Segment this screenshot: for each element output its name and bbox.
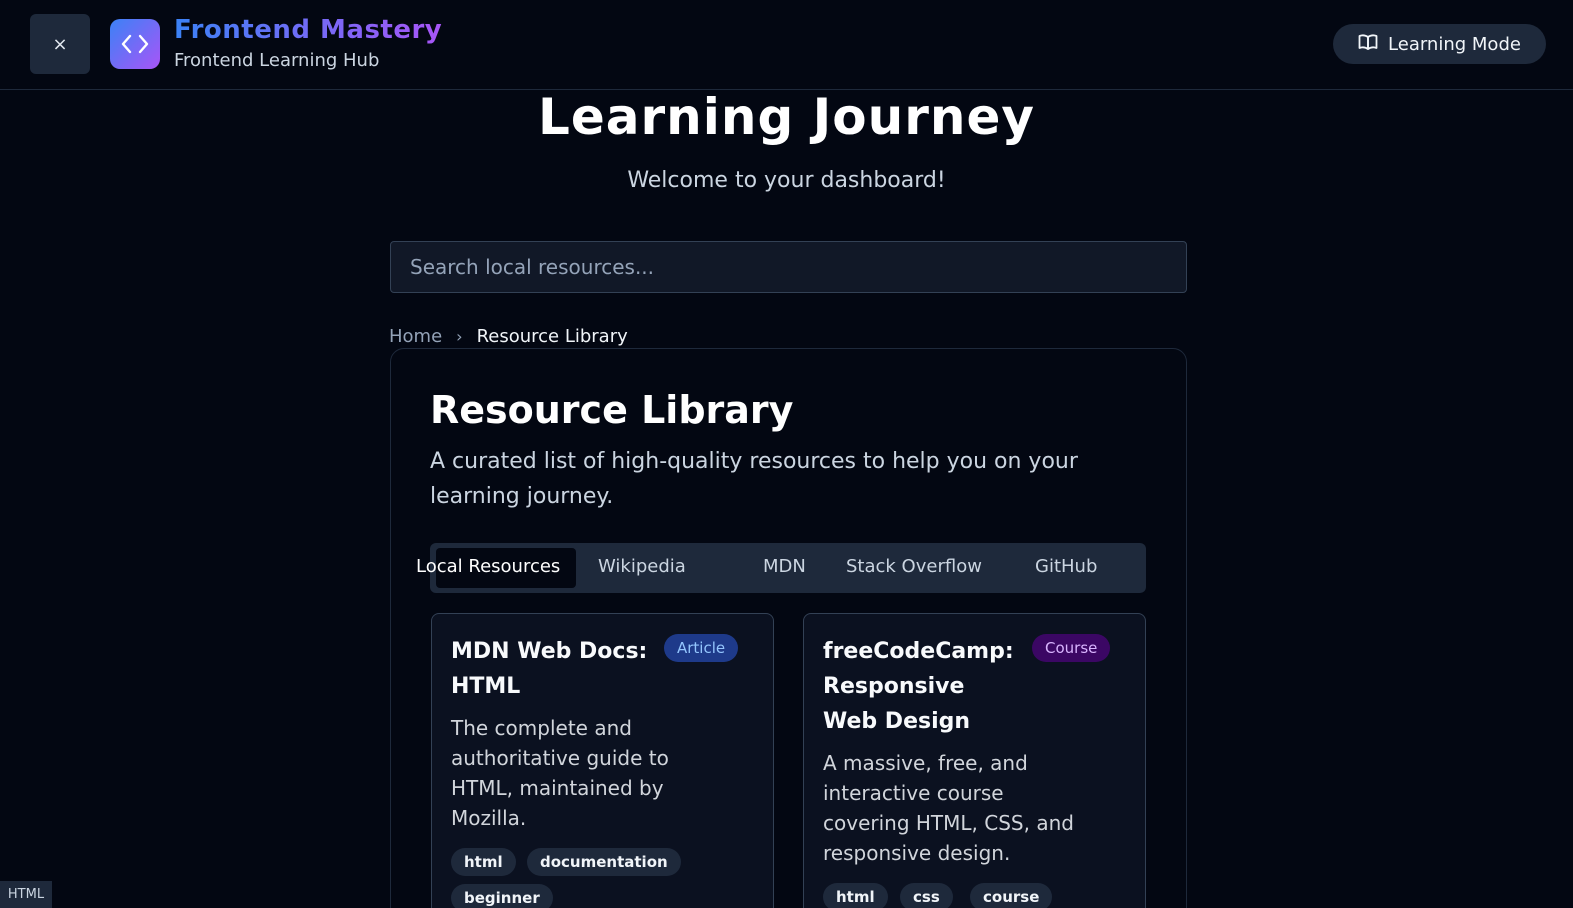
description-line: responsive design. xyxy=(823,841,1011,865)
tab-github[interactable]: GitHub xyxy=(1035,556,1097,580)
tag[interactable]: css xyxy=(900,883,953,908)
description-line: Mozilla. xyxy=(451,806,527,830)
description-line: The complete and xyxy=(451,716,632,740)
search-input[interactable] xyxy=(390,241,1187,293)
brand-title: Frontend Mastery xyxy=(174,15,443,45)
description-line: authoritative guide to xyxy=(451,746,669,770)
resource-title-line: HTML xyxy=(451,674,521,699)
corner-label: HTML xyxy=(0,881,52,908)
library-description: A curated list of high-quality resources… xyxy=(430,449,1078,509)
description-line: interactive course xyxy=(823,781,1004,805)
resource-title-line: freeCodeCamp: xyxy=(823,639,1014,664)
breadcrumb-current: Resource Library xyxy=(476,325,628,347)
tag[interactable]: beginner xyxy=(451,884,553,908)
breadcrumb-home[interactable]: Home xyxy=(389,326,442,347)
type-badge: Course xyxy=(1032,634,1111,662)
learning-mode-button[interactable]: Learning Mode xyxy=(1333,24,1546,64)
brand-subtitle: Frontend Learning Hub xyxy=(174,50,380,71)
resource-title-line: Responsive xyxy=(823,674,965,699)
library-title: Resource Library xyxy=(430,388,794,432)
tab-stack-overflow[interactable]: Stack Overflow xyxy=(846,556,982,580)
tag[interactable]: html xyxy=(823,883,888,908)
page-title: Learning Journey xyxy=(537,88,1035,146)
resource-title[interactable]: MDN Web Docs: HTML xyxy=(451,634,647,704)
resource-description: A massive, free, and interactive course … xyxy=(823,748,1074,868)
tab-mdn[interactable]: MDN xyxy=(763,556,806,580)
description-line: HTML, maintained by xyxy=(451,776,664,800)
close-button[interactable]: × xyxy=(30,14,90,74)
resource-title[interactable]: freeCodeCamp: Responsive Web Design xyxy=(823,634,1014,739)
close-icon: × xyxy=(52,33,68,55)
breadcrumb: Home › Resource Library xyxy=(389,324,628,348)
resource-title-line: MDN Web Docs: xyxy=(451,639,648,664)
resource-title-line: Web Design xyxy=(823,709,971,734)
type-badge: Article xyxy=(664,634,739,662)
book-icon xyxy=(1358,33,1378,56)
tab-wikipedia[interactable]: Wikipedia xyxy=(598,556,686,580)
description-line: covering HTML, CSS, and xyxy=(823,811,1074,835)
page-subtitle: Welcome to your dashboard! xyxy=(627,168,946,193)
top-header: × Frontend Mastery Frontend Learning Hub… xyxy=(0,0,1573,90)
chevron-right-icon: › xyxy=(456,326,463,346)
tab-local-resources[interactable]: Local Resources xyxy=(416,556,560,580)
resource-description: The complete and authoritative guide to … xyxy=(451,713,669,833)
description-line: A massive, free, and xyxy=(823,751,1028,775)
tag[interactable]: documentation xyxy=(527,848,681,876)
tag[interactable]: html xyxy=(451,848,516,876)
learning-mode-label: Learning Mode xyxy=(1388,33,1521,55)
tag[interactable]: course xyxy=(970,883,1053,908)
code-logo-icon xyxy=(110,19,160,69)
